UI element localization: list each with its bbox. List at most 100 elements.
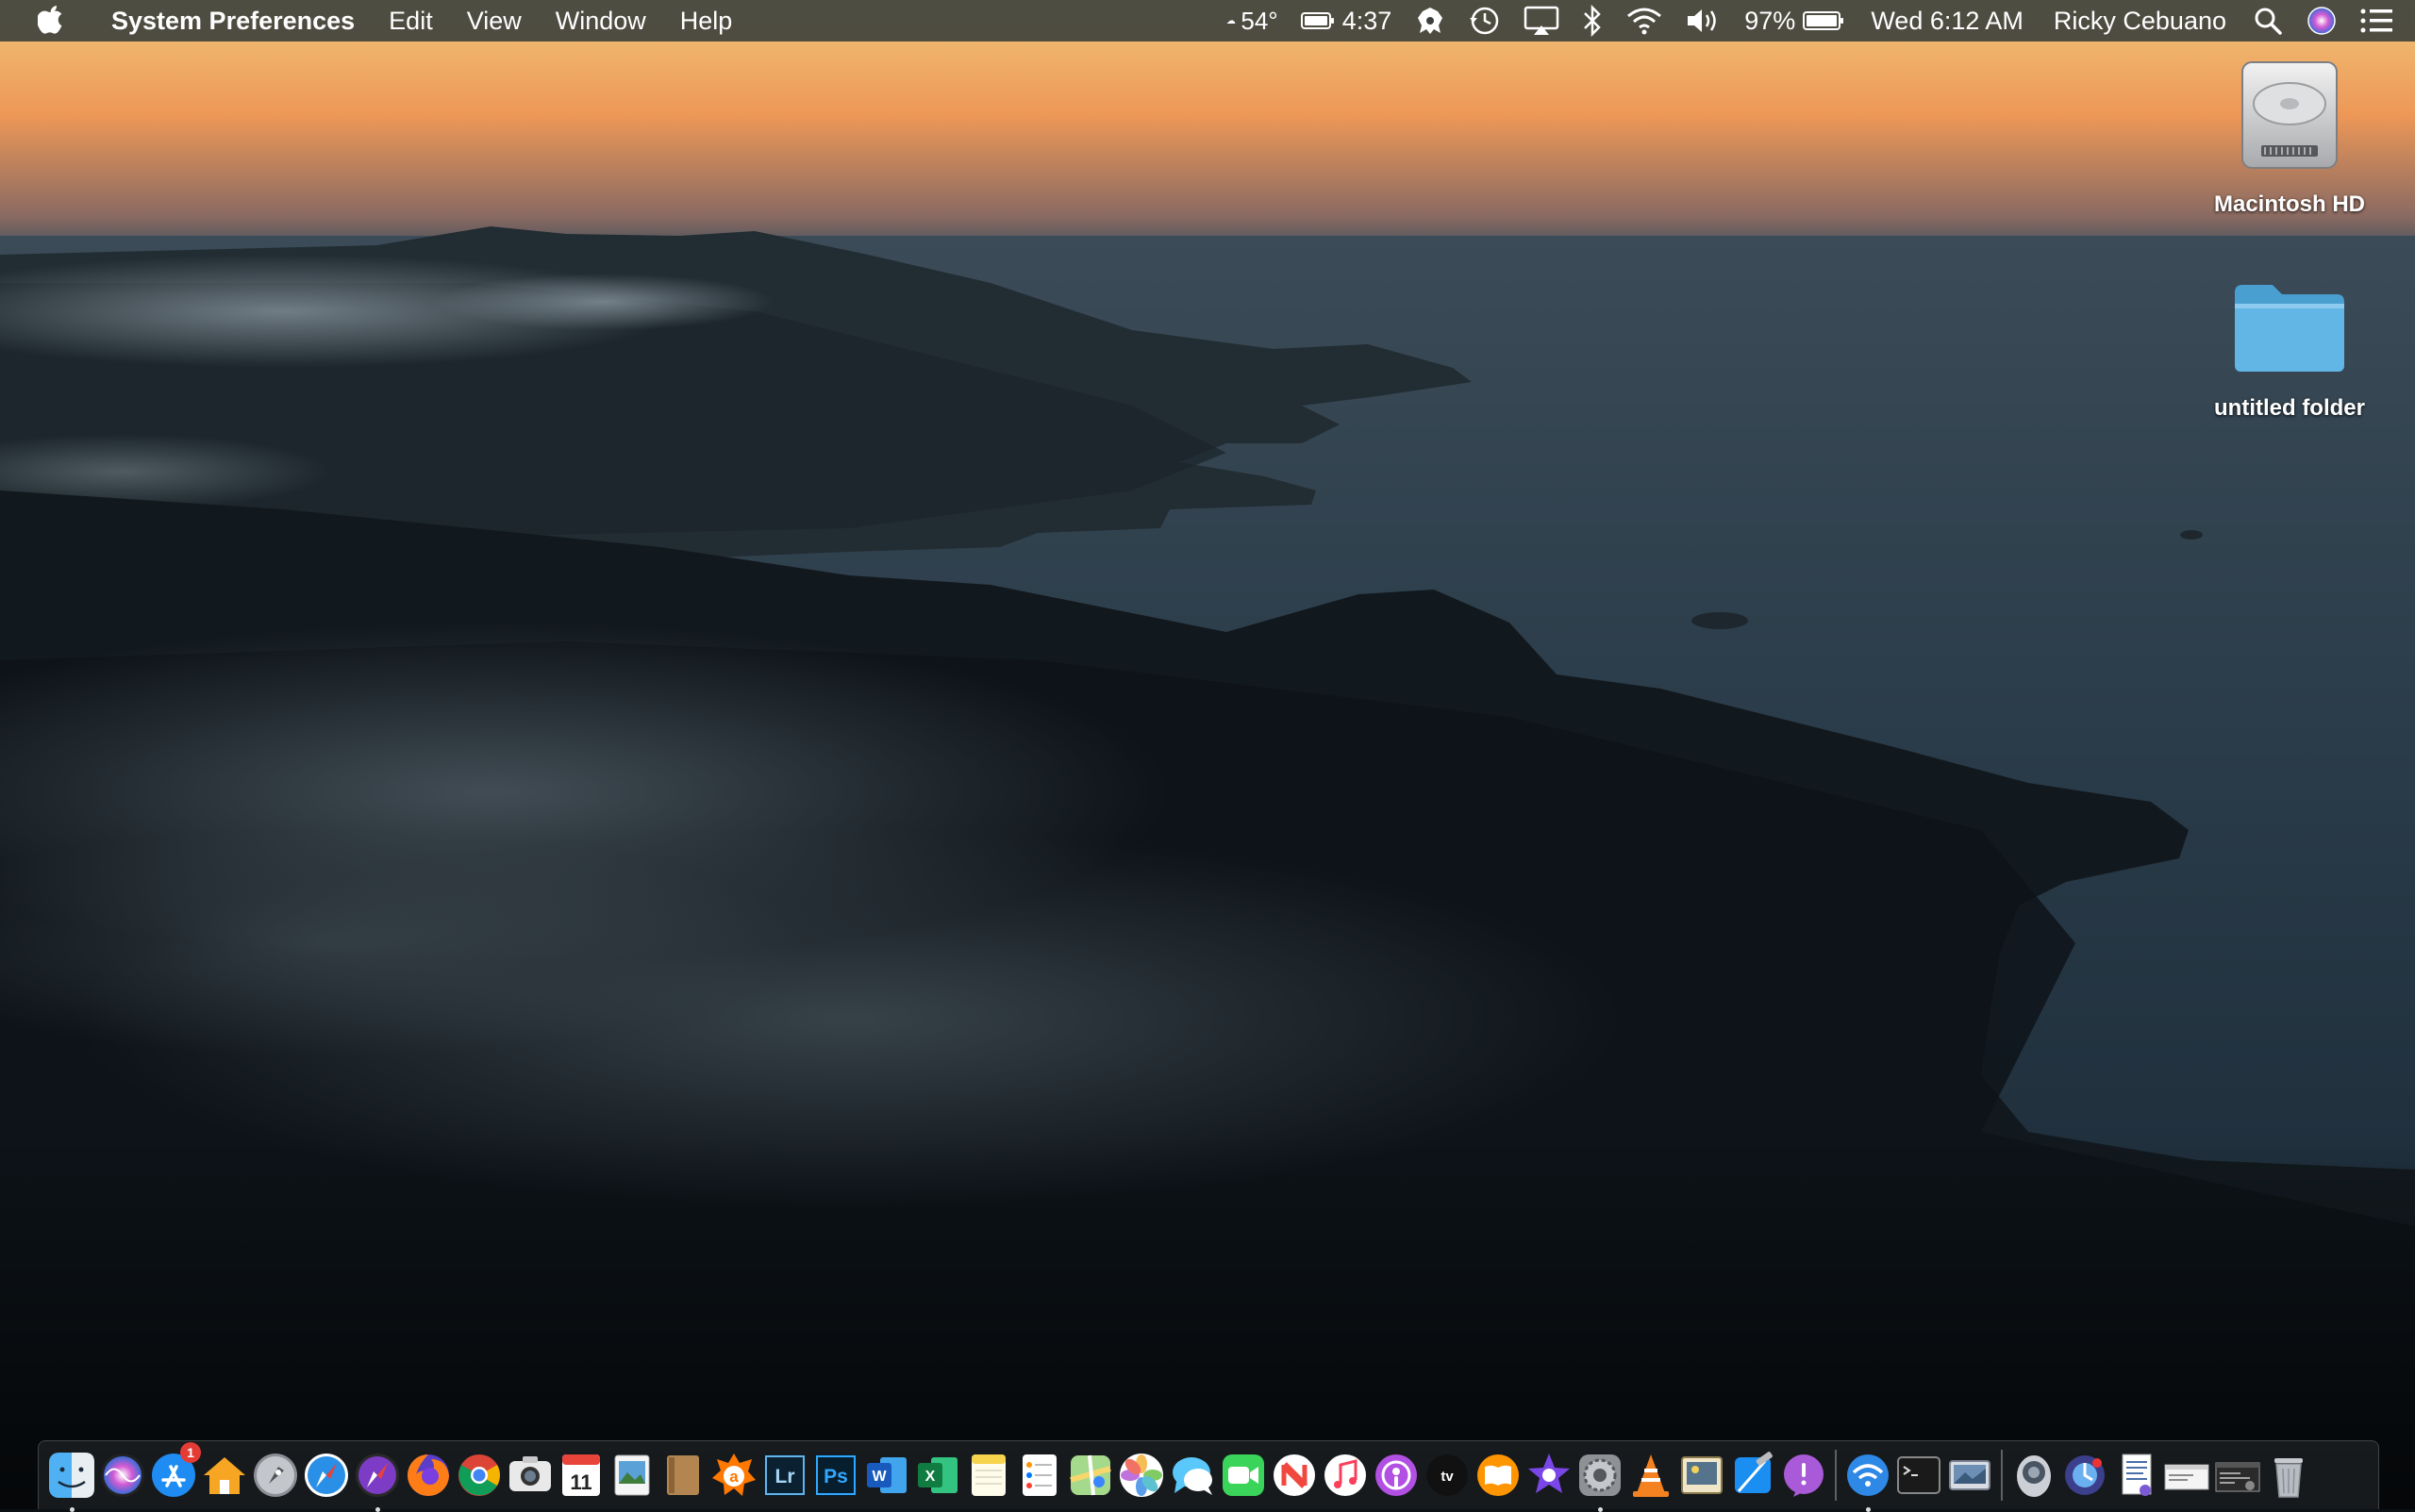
calendar-day: 11 bbox=[570, 1470, 591, 1494]
messages-icon bbox=[1173, 1457, 1212, 1495]
desktop-icon-label: Macintosh HD bbox=[2213, 191, 2365, 217]
desktop-icon-untitled-folder[interactable]: untitled folder bbox=[2200, 279, 2379, 422]
dock-item-notebook[interactable] bbox=[658, 1450, 708, 1501]
screen-image-icon bbox=[1949, 1460, 1990, 1490]
folder-icon bbox=[2200, 279, 2379, 384]
dock-item-google-chrome[interactable] bbox=[454, 1450, 505, 1501]
dock-item-maps[interactable] bbox=[1065, 1450, 1116, 1501]
weather-icon: ☁ bbox=[1225, 15, 1237, 26]
dock-item-photos[interactable] bbox=[1116, 1450, 1167, 1501]
dock-item-screen-image[interactable] bbox=[1944, 1450, 1995, 1501]
calendar-icon: 11 bbox=[562, 1454, 600, 1496]
home-icon bbox=[204, 1457, 245, 1494]
dock-item-tv[interactable]: tv bbox=[1422, 1450, 1473, 1501]
view-menu[interactable]: View bbox=[467, 7, 522, 36]
wifi-icon[interactable] bbox=[1625, 7, 1663, 35]
app-name-menu[interactable]: System Preferences bbox=[111, 7, 355, 36]
dock-item-preview[interactable] bbox=[607, 1450, 658, 1501]
apple-icon[interactable] bbox=[32, 2, 70, 40]
desktop-wallpaper bbox=[0, 0, 2415, 1509]
airplay-icon[interactable] bbox=[1524, 6, 1559, 36]
recent-stack-icon bbox=[2065, 1455, 2105, 1495]
vlc-icon bbox=[1633, 1454, 1669, 1497]
terminal-icon bbox=[1897, 1456, 1940, 1494]
podcasts-icon bbox=[1375, 1454, 1417, 1496]
dock-item-books[interactable] bbox=[1473, 1450, 1524, 1501]
dock-item-finder[interactable] bbox=[46, 1450, 97, 1512]
dock-item-excel[interactable]: X bbox=[912, 1450, 963, 1501]
dock-item-safari-technology-preview[interactable] bbox=[352, 1450, 403, 1512]
battery-icon bbox=[1803, 11, 1844, 30]
lightroom-label: Lr bbox=[775, 1466, 795, 1487]
dock-separator bbox=[2001, 1450, 2003, 1501]
spotlight-icon[interactable] bbox=[2253, 6, 2283, 36]
dock-item-documents-stack[interactable] bbox=[2110, 1450, 2161, 1501]
dock-item-trash[interactable] bbox=[2263, 1450, 2314, 1501]
help-menu[interactable]: Help bbox=[680, 7, 733, 36]
dock-item-avast[interactable]: a bbox=[708, 1450, 759, 1501]
dock-item-vlc[interactable] bbox=[1625, 1450, 1676, 1501]
dock-item-calendar[interactable]: 11 bbox=[556, 1450, 607, 1501]
dock-separator bbox=[1835, 1450, 1837, 1501]
dock-item-screenshot[interactable] bbox=[505, 1450, 556, 1501]
downloads-stack-icon bbox=[2017, 1455, 2051, 1497]
menu-bar-status-area: ☁ 54° 4:37 97% Wed 6:12 AM Ricky Cebuano bbox=[1214, 0, 2415, 42]
word-label: W bbox=[872, 1469, 887, 1485]
dock-item-safari[interactable] bbox=[301, 1450, 352, 1501]
siri-icon[interactable] bbox=[2306, 5, 2338, 37]
notification-center-icon[interactable] bbox=[2360, 8, 2394, 34]
edit-menu[interactable]: Edit bbox=[389, 7, 433, 36]
avast-icon: a bbox=[712, 1454, 756, 1496]
safari-icon bbox=[305, 1454, 348, 1497]
dock-item-word[interactable]: W bbox=[861, 1450, 912, 1501]
dock-item-feedback-assistant[interactable] bbox=[1778, 1450, 1829, 1501]
dock-item-recent-stack[interactable] bbox=[2059, 1450, 2110, 1501]
dock-item-reminders[interactable] bbox=[1014, 1450, 1065, 1501]
menu-bar-clock[interactable]: Wed 6:12 AM bbox=[1871, 7, 2024, 36]
malwarebytes-icon[interactable] bbox=[1414, 5, 1446, 37]
chrome-icon bbox=[458, 1454, 500, 1496]
dock-item-launchpad[interactable] bbox=[250, 1450, 301, 1501]
dock-item-siri[interactable] bbox=[97, 1450, 148, 1501]
battery-time: 4:37 bbox=[1341, 6, 1392, 35]
fast-user-switch[interactable]: Ricky Cebuano bbox=[2054, 7, 2226, 36]
weather-status[interactable]: ☁ 54° bbox=[1225, 7, 1277, 36]
dock-item-photoshop[interactable]: Ps bbox=[810, 1450, 861, 1501]
dock-item-downloads-stack[interactable] bbox=[2008, 1450, 2059, 1501]
excel-icon: X bbox=[918, 1457, 958, 1493]
photoshop-label: Ps bbox=[824, 1466, 848, 1487]
running-indicator bbox=[375, 1507, 380, 1512]
dock-item-wireless-diagnostics[interactable] bbox=[1842, 1450, 1893, 1512]
desktop-icon-macintosh-hd[interactable]: Macintosh HD bbox=[2200, 57, 2379, 218]
reminders-icon bbox=[1023, 1454, 1057, 1496]
dock-item-home[interactable] bbox=[199, 1450, 250, 1501]
siri-icon bbox=[101, 1454, 144, 1497]
dock-item-app-store[interactable]: 1 bbox=[148, 1442, 201, 1501]
dock-item-news[interactable] bbox=[1269, 1450, 1320, 1501]
dock-item-image-viewer[interactable] bbox=[1676, 1450, 1727, 1501]
volume-icon[interactable] bbox=[1686, 7, 1722, 35]
bluetooth-icon[interactable] bbox=[1582, 5, 1603, 37]
dock-item-firefox[interactable] bbox=[403, 1450, 454, 1501]
dock-item-messages[interactable] bbox=[1167, 1450, 1218, 1501]
dock-item-notes[interactable] bbox=[963, 1450, 1014, 1501]
firefox-icon bbox=[408, 1454, 449, 1496]
window-menu[interactable]: Window bbox=[556, 7, 646, 36]
photoshop-icon: Ps bbox=[815, 1454, 857, 1496]
menu-bar: System Preferences Edit View Window Help… bbox=[0, 0, 2415, 42]
time-machine-icon[interactable] bbox=[1469, 5, 1501, 37]
battery-time-status[interactable]: 4:37 bbox=[1300, 6, 1392, 36]
running-indicator bbox=[1598, 1507, 1603, 1512]
dock-item-window-thumbnail[interactable] bbox=[2212, 1450, 2263, 1501]
dock-item-music[interactable] bbox=[1320, 1450, 1371, 1501]
battery-status[interactable]: 97% bbox=[1744, 7, 1844, 36]
dock-item-terminal[interactable] bbox=[1893, 1450, 1944, 1501]
dock-item-system-preferences[interactable] bbox=[1574, 1450, 1625, 1512]
dock-item-lightroom[interactable]: Lr bbox=[759, 1450, 810, 1501]
dock-item-window-thumbnail[interactable] bbox=[2161, 1450, 2212, 1501]
dock-item-xcode[interactable] bbox=[1727, 1450, 1778, 1501]
dock-item-imovie[interactable] bbox=[1524, 1450, 1574, 1501]
dock-item-facetime[interactable] bbox=[1218, 1450, 1269, 1501]
preview-icon bbox=[614, 1454, 650, 1496]
dock-item-podcasts[interactable] bbox=[1371, 1450, 1422, 1501]
